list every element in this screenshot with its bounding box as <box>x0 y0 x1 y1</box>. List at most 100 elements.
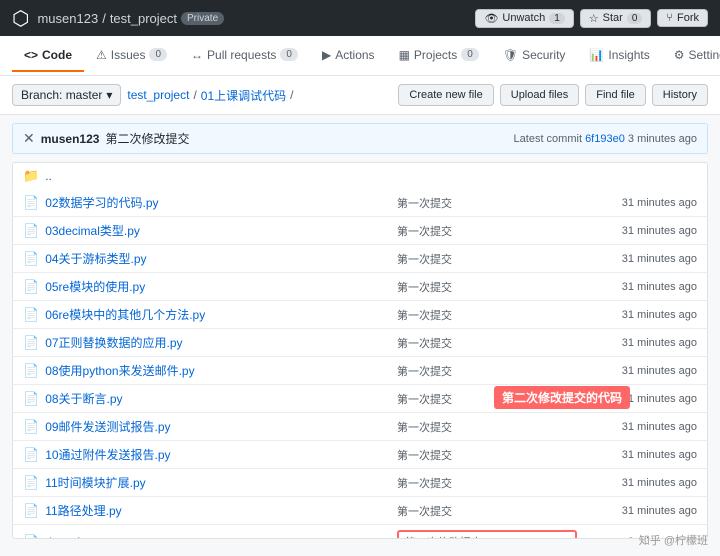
file-icon: 📄 <box>23 419 39 435</box>
fork-button[interactable]: ⑂ Fork <box>657 9 708 27</box>
private-badge: Private <box>181 12 224 25</box>
time-col: 31 minutes ago <box>577 309 697 321</box>
table-row: 📄 08使用python来发送邮件.py 第一次提交 31 minutes ag… <box>13 357 707 385</box>
commit-author: musen123 <box>41 132 100 146</box>
star-icon: ☆ <box>589 12 599 25</box>
breadcrumb-actions: Create new file Upload files Find file H… <box>398 84 708 106</box>
commit-col: 第一次提交 <box>397 195 577 211</box>
file-icon: 📄 <box>23 363 39 379</box>
file-link[interactable]: 📄 07正则替换数据的应用.py <box>23 334 397 351</box>
repo-link[interactable]: test_project <box>110 11 177 26</box>
file-icon: 📄 <box>23 279 39 295</box>
table-row: 📄 09邮件发送测试报告.py 第一次提交 31 minutes ago <box>13 413 707 441</box>
file-link[interactable]: 📄 demo1.py <box>23 534 397 539</box>
commit-col: 第一次提交 <box>397 223 577 239</box>
tab-issues[interactable]: ⚠ Issues 0 <box>84 40 179 72</box>
time-col: 31 minutes ago <box>577 449 697 461</box>
time-col: 31 minutes ago <box>577 393 697 405</box>
commit-col: 第一次提交 <box>397 307 577 323</box>
table-row: 📄 05re模块的使用.py 第一次提交 31 minutes ago <box>13 273 707 301</box>
table-row: 📄 03decimal类型.py 第一次提交 31 minutes ago <box>13 217 707 245</box>
file-link[interactable]: 📄 08使用python来发送邮件.py <box>23 362 397 379</box>
commit-col: 第一次提交 <box>397 419 577 435</box>
table-row: 📄 08关于断言.py 第一次提交 31 minutes ago <box>13 385 707 413</box>
chevron-down-icon: ▾ <box>106 88 112 102</box>
tab-insights[interactable]: 📊 Insights <box>577 40 661 72</box>
tab-pullrequests[interactable]: ↔ Pull requests 0 <box>179 40 310 72</box>
file-link[interactable]: 📄 04关于游标类型.py <box>23 250 397 267</box>
find-file-button[interactable]: Find file <box>585 84 646 106</box>
breadcrumb-bar: Branch: master ▾ test_project / 01上课调试代码… <box>0 76 720 115</box>
file-link[interactable]: 📄 05re模块的使用.py <box>23 278 397 295</box>
time-col: 31 minutes ago <box>577 505 697 517</box>
table-row: 📁 .. <box>13 163 707 189</box>
file-icon: 📄 <box>23 475 39 491</box>
time-col: 31 minutes ago <box>577 225 697 237</box>
tab-security[interactable]: 🛡 Security <box>491 40 578 72</box>
fork-icon: ⑂ <box>666 12 673 24</box>
file-icon: 📄 <box>23 447 39 463</box>
tab-projects[interactable]: ▦ Projects 0 <box>387 40 491 72</box>
latest-commit-label: Latest commit <box>514 133 582 145</box>
close-icon[interactable]: ✕ <box>23 130 35 147</box>
breadcrumb-left: Branch: master ▾ test_project / 01上课调试代码… <box>12 84 294 106</box>
file-link[interactable]: 📄 09邮件发送测试报告.py <box>23 418 397 435</box>
tab-code[interactable]: <> Code <box>12 40 84 72</box>
page-header: ⬡ musen123 / test_project Private 👁 Unwa… <box>0 0 720 36</box>
file-link[interactable]: 📄 08关于断言.py <box>23 390 397 407</box>
file-icon: 📄 <box>23 251 39 267</box>
path-root[interactable]: test_project <box>127 88 189 102</box>
commit-col: 第一次提交 <box>397 279 577 295</box>
repo-breadcrumb: musen123 / test_project Private <box>37 11 224 26</box>
table-row: 📄 07正则替换数据的应用.py 第一次提交 31 minutes ago <box>13 329 707 357</box>
commit-col: 第一次提交 <box>397 335 577 351</box>
header-actions: 👁 Unwatch 1 ☆ Star 0 ⑂ Fork <box>475 9 708 28</box>
commit-col: 第二次修改提交 <box>397 530 577 539</box>
file-link[interactable]: 📄 02数据学习的代码.py <box>23 194 397 211</box>
breadcrumb-path: test_project / 01上课调试代码 / <box>127 87 293 104</box>
username-link[interactable]: musen123 <box>37 11 98 26</box>
breadcrumb-sep: / <box>102 11 106 26</box>
folder-icon: 📁 <box>23 168 39 184</box>
file-link[interactable]: 📄 06re模块中的其他几个方法.py <box>23 306 397 323</box>
time-col: 31 minutes ago <box>577 365 697 377</box>
commit-col: 第一次提交 <box>397 447 577 463</box>
commit-col: 第一次提交 <box>397 503 577 519</box>
table-row: 📄 06re模块中的其他几个方法.py 第一次提交 31 minutes ago <box>13 301 707 329</box>
commit-col: 第一次提交 <box>397 475 577 491</box>
file-table-main: 📄 02数据学习的代码.py 第一次提交 31 minutes ago 📄 03… <box>12 189 708 539</box>
time-col: 31 minutes ago <box>577 337 697 349</box>
create-file-button[interactable]: Create new file <box>398 84 493 106</box>
file-icon: 📄 <box>23 307 39 323</box>
file-icon: 📄 <box>23 503 39 519</box>
time-col: 31 minutes ago <box>577 477 697 489</box>
file-icon: 📄 <box>23 335 39 351</box>
commit-col: 第一次提交 <box>397 391 577 407</box>
file-icon: 📄 <box>23 534 39 539</box>
star-button[interactable]: ☆ Star 0 <box>580 9 652 28</box>
branch-selector[interactable]: Branch: master ▾ <box>12 84 121 106</box>
github-logo: ⬡ <box>12 6 29 31</box>
file-link[interactable]: 📄 03decimal类型.py <box>23 222 397 239</box>
file-icon: 📄 <box>23 223 39 239</box>
table-row: 📄 04关于游标类型.py 第一次提交 31 minutes ago <box>13 245 707 273</box>
file-link[interactable]: 📄 11时间模块扩展.py <box>23 474 397 491</box>
eye-icon: 👁 <box>484 12 498 25</box>
time-col: 31 minutes ago <box>577 281 697 293</box>
file-table: 📁 .. <box>12 162 708 190</box>
path-folder[interactable]: 01上课调试代码 <box>201 87 286 104</box>
file-link[interactable]: 📄 11路径处理.py <box>23 502 397 519</box>
upload-files-button[interactable]: Upload files <box>500 84 579 106</box>
file-icon: 📄 <box>23 391 39 407</box>
file-link[interactable]: 📁 .. <box>23 168 397 184</box>
history-button[interactable]: History <box>652 84 708 106</box>
commit-message: 第二次修改提交 <box>105 130 189 147</box>
file-icon: 📄 <box>23 195 39 211</box>
file-link[interactable]: 📄 10通过附件发送报告.py <box>23 446 397 463</box>
watch-button[interactable]: 👁 Unwatch 1 <box>475 9 573 28</box>
watermark: 知乎 @柠檬班 <box>639 532 708 548</box>
commit-hash[interactable]: 6f193e0 <box>585 133 625 145</box>
tab-settings[interactable]: ⚙ Settings <box>662 40 720 72</box>
commit-bar-right: Latest commit 6f193e0 3 minutes ago <box>514 133 697 145</box>
tab-actions[interactable]: ▶ Actions <box>310 40 387 72</box>
